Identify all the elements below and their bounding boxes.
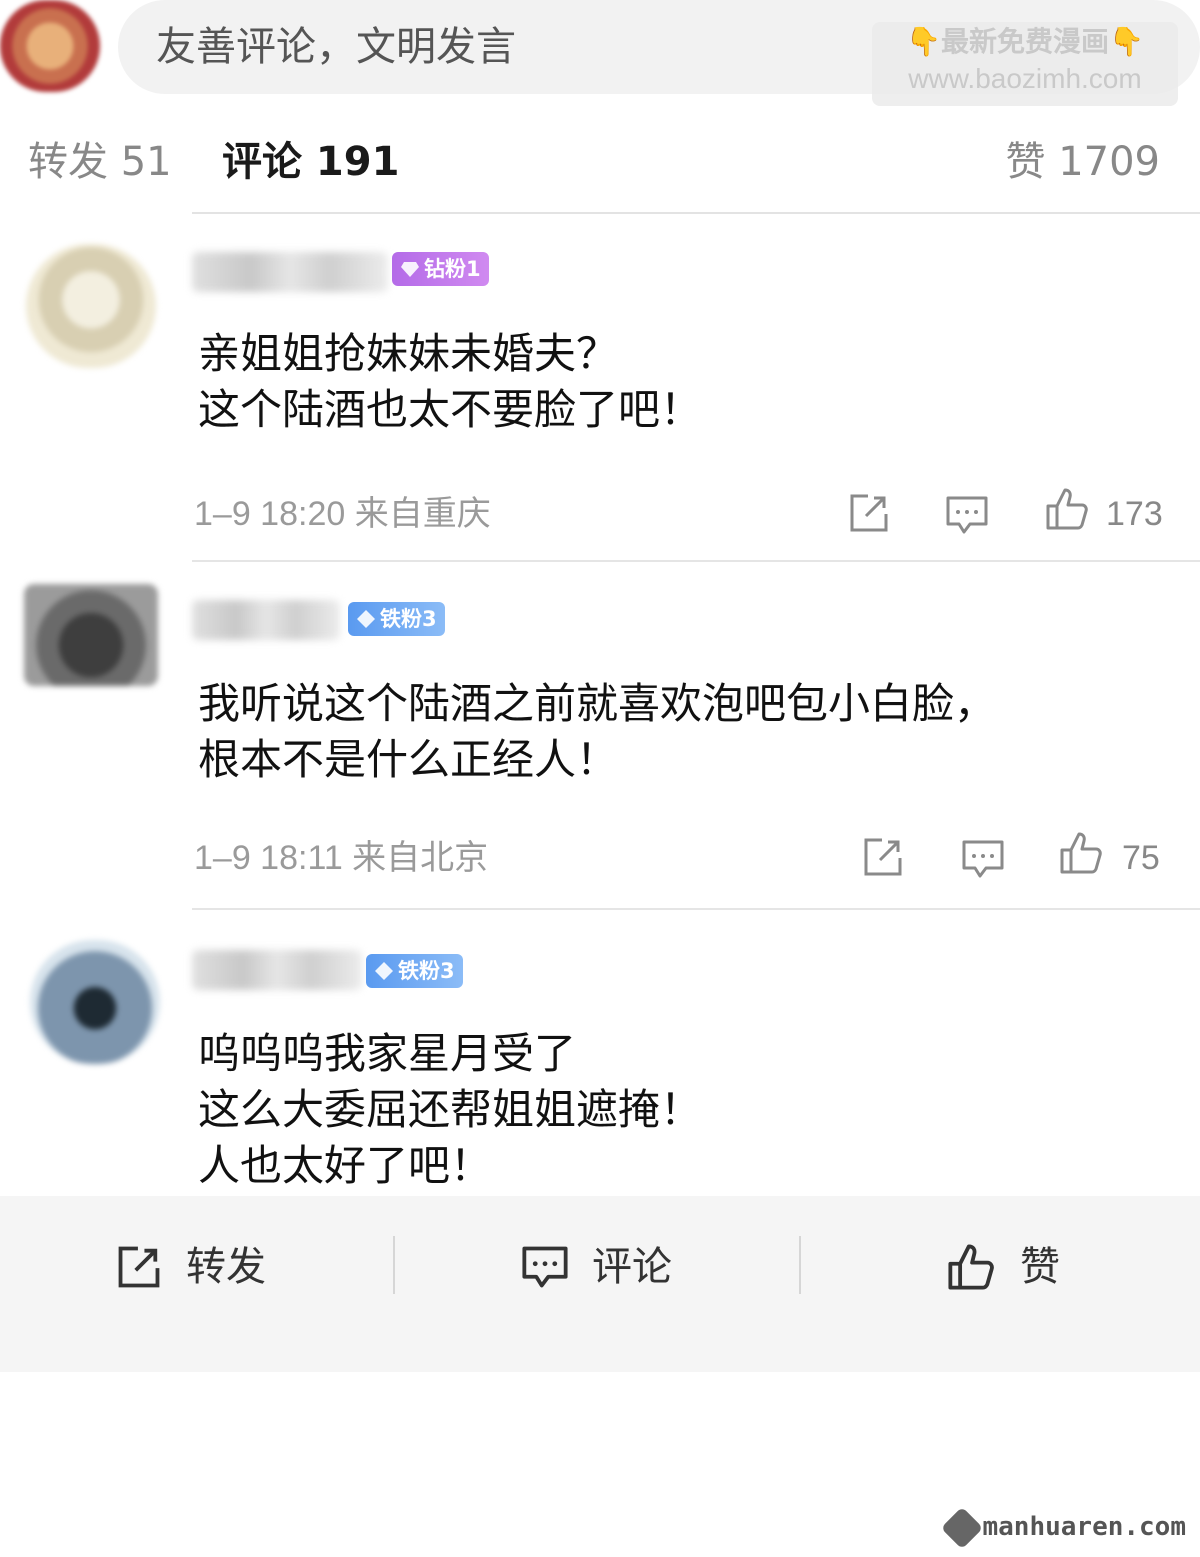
avatar[interactable]: [26, 244, 156, 368]
site-logo: manhuaren.com: [940, 1506, 1187, 1549]
watermark-url: www.baozimh.com: [908, 63, 1142, 94]
thumbs-up-icon: [948, 1244, 994, 1290]
share-icon[interactable]: [860, 834, 906, 880]
comment-item: 铁粉3 呜呜呜我家星月受了 这么大委屈还帮姐姐遮掩！ 人也太好了吧！: [0, 910, 1200, 1196]
username[interactable]: [192, 600, 340, 640]
username[interactable]: [192, 252, 388, 292]
comment-line: 这个陆酒也太不要脸了吧！: [198, 385, 703, 434]
comment-button[interactable]: 评论: [520, 1238, 690, 1294]
comment-text: 我听说这个陆酒之前就喜欢泡吧包小白脸， 根本不是什么正经人！: [198, 676, 996, 788]
forward-button[interactable]: 转发: [114, 1238, 284, 1294]
fan-badge: 钻粉1: [392, 252, 489, 286]
logo-icon: [940, 1506, 983, 1549]
site-watermark: 👇最新免费漫画👇 www.baozimh.com: [872, 22, 1178, 106]
logo-text: manhuaren.com: [982, 1512, 1187, 1542]
like-label: 赞: [1020, 1244, 1060, 1290]
fan-badge-label: 铁粉3: [398, 959, 455, 983]
comment-line: 亲姐姐抢妹妹未婚夫？: [198, 329, 619, 378]
comment-line: 我听说这个陆酒之前就喜欢泡吧包小白脸，: [198, 679, 997, 728]
avatar[interactable]: [30, 940, 160, 1064]
reply-icon[interactable]: [960, 836, 1006, 882]
comment-item: 钻粉1 亲姐姐抢妹妹未婚夫？ 这个陆酒也太不要脸了吧！ 1–9 18:20 来自…: [0, 214, 1200, 564]
tab-forward[interactable]: 转发 51: [28, 138, 172, 186]
reply-icon[interactable]: [944, 492, 990, 538]
comment-line: 呜呜呜我家星月受了: [198, 1029, 577, 1078]
comment-item: 铁粉3 我听说这个陆酒之前就喜欢泡吧包小白脸， 根本不是什么正经人！ 1–9 1…: [0, 564, 1200, 910]
tab-bar: 转发 51 评论 191 赞 1709: [0, 110, 1200, 214]
comment-line: 人也太好了吧！: [198, 1141, 493, 1190]
fan-badge-label: 钻粉1: [424, 257, 481, 281]
avatar[interactable]: [24, 584, 158, 686]
like-count: 173: [1106, 495, 1163, 533]
comment-label: 评论: [592, 1244, 672, 1290]
like-count: 75: [1122, 839, 1160, 877]
tab-like[interactable]: 赞 1709: [1005, 138, 1160, 186]
diamond-icon: [401, 262, 419, 277]
compose-bar: 👇最新免费漫画👇 www.baozimh.com: [0, 0, 1200, 106]
share-icon: [118, 1246, 160, 1288]
comment-meta: 1–9 18:11 来自北京: [194, 839, 489, 877]
comment-text: 呜呜呜我家星月受了 这么大委屈还帮姐姐遮掩！ 人也太好了吧！: [198, 1026, 702, 1194]
comment-meta: 1–9 18:20 来自重庆: [194, 495, 491, 533]
tab-comment[interactable]: 评论 191: [222, 138, 399, 186]
watermark-line: 👇最新免费漫画👇: [906, 25, 1144, 58]
fan-badge-label: 铁粉3: [380, 607, 437, 631]
forward-label: 转发: [186, 1244, 266, 1290]
action-toolbar: 转发 评论 赞: [0, 1196, 1200, 1372]
share-icon[interactable]: [846, 490, 892, 536]
avatar[interactable]: [0, 0, 100, 92]
comment-icon: [522, 1246, 568, 1288]
diamond-icon: [375, 962, 393, 980]
fan-badge: 铁粉3: [348, 602, 445, 636]
fan-badge: 铁粉3: [366, 954, 463, 988]
comment-line: 这么大委屈还帮姐姐遮掩！: [198, 1085, 703, 1134]
like-button[interactable]: 赞: [946, 1238, 1076, 1294]
divider: [192, 560, 1200, 562]
username[interactable]: [192, 950, 362, 990]
comment-line: 根本不是什么正经人！: [198, 735, 619, 784]
diamond-icon: [357, 610, 375, 628]
thumbs-up-icon[interactable]: [1058, 830, 1104, 876]
divider: [393, 1236, 395, 1294]
comment-text: 亲姐姐抢妹妹未婚夫？ 这个陆酒也太不要脸了吧！: [198, 326, 702, 438]
divider: [799, 1236, 801, 1294]
thumbs-up-icon[interactable]: [1044, 486, 1090, 532]
